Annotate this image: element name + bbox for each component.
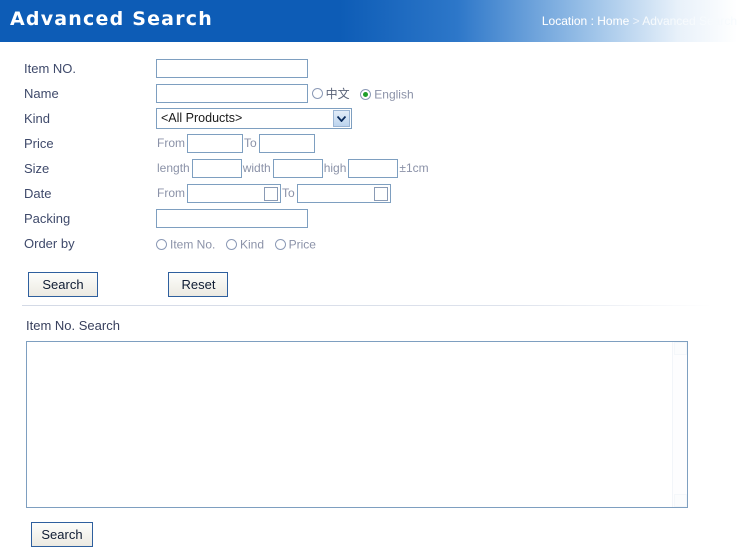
name-input[interactable] — [156, 84, 308, 103]
kind-select[interactable]: <All Products> — [156, 108, 352, 129]
row-packing: Packing — [24, 206, 431, 231]
item-no-search-button[interactable]: Search — [31, 522, 93, 547]
search-fields-table: Item NO. Name 中文 English Kind <All Produ… — [24, 56, 431, 256]
radio-dot-kind[interactable] — [225, 239, 237, 251]
page-header: Advanced Search Location : Home > Advanc… — [0, 0, 737, 42]
row-date: Date From To — [24, 181, 431, 206]
radio-label-kind: Kind — [239, 237, 265, 252]
advanced-search-form: Item NO. Name 中文 English Kind <All Produ… — [0, 42, 737, 297]
label-size-tolerance: ±1cm — [399, 160, 429, 175]
radio-label-chinese: 中文 — [325, 87, 350, 102]
breadcrumb-current: Advanced Search — [642, 14, 737, 28]
order-by-radio-group: Item No. Kind Price — [156, 236, 323, 252]
row-size: Size length width high ±1cm — [24, 156, 431, 181]
date-to-field — [296, 184, 391, 203]
cell-order-by-radios: Item No. Kind Price — [156, 231, 431, 256]
section-divider — [22, 305, 712, 306]
breadcrumb-prefix: Location : — [541, 14, 598, 28]
kind-select-value: <All Products> — [161, 111, 243, 125]
label-kind: Kind — [24, 111, 51, 126]
cell-size-inputs: length width high ±1cm — [156, 156, 431, 181]
label-size: Size — [24, 161, 50, 176]
label-name: Name — [24, 86, 59, 101]
item-no-textarea-wrapper — [26, 341, 688, 508]
radio-option-english[interactable]: English — [360, 86, 414, 102]
row-item-no: Item NO. — [24, 56, 431, 81]
label-size-high: high — [323, 160, 347, 175]
row-kind: Kind <All Products> — [24, 106, 431, 131]
item-no-textarea[interactable] — [26, 341, 688, 508]
row-price: Price From To — [24, 131, 431, 156]
label-packing: Packing — [24, 211, 71, 226]
date-from-field — [187, 184, 281, 203]
cell-packing-input — [156, 206, 431, 231]
size-length-input[interactable] — [191, 159, 242, 178]
price-to-input[interactable] — [258, 134, 315, 153]
cell-date-inputs: From To — [156, 181, 431, 206]
search-button[interactable]: Search — [28, 272, 98, 297]
label-item-no: Item NO. — [24, 61, 77, 76]
item-no-search-label: Item No. Search — [26, 318, 120, 333]
radio-option-kind[interactable]: Kind — [225, 236, 265, 252]
label-size-width: width — [242, 160, 271, 175]
language-radio-group: 中文 English — [311, 85, 421, 102]
page-title: Advanced Search — [10, 8, 213, 30]
calendar-icon-to[interactable] — [373, 187, 388, 201]
price-from-input[interactable] — [187, 134, 243, 153]
cell-price-inputs: From To — [156, 131, 431, 156]
calendar-icon-from[interactable] — [264, 187, 278, 201]
radio-dot-item-no[interactable] — [156, 239, 167, 251]
size-high-input[interactable] — [348, 159, 399, 178]
radio-option-chinese[interactable]: 中文 — [311, 85, 350, 102]
cell-name-input: 中文 English — [156, 81, 431, 106]
radio-dot-english[interactable] — [360, 88, 372, 100]
chevron-down-icon[interactable] — [333, 110, 350, 127]
breadcrumb: Location : Home > Advanced Search — [542, 14, 737, 28]
row-order-by: Order by Item No. Kind Price — [24, 231, 431, 256]
breadcrumb-separator: > — [629, 14, 643, 28]
radio-option-item-no[interactable]: Item No. — [156, 236, 215, 252]
size-width-input[interactable] — [272, 159, 323, 178]
label-date: Date — [24, 186, 52, 201]
packing-input[interactable] — [156, 209, 308, 228]
radio-dot-chinese[interactable] — [311, 88, 323, 100]
label-price: Price — [24, 136, 54, 151]
breadcrumb-home-link[interactable]: Home — [597, 14, 629, 28]
radio-label-price: Price — [288, 237, 316, 252]
item-no-input[interactable] — [156, 59, 308, 78]
radio-label-english: English — [374, 87, 414, 102]
cell-kind-select: <All Products> — [156, 106, 431, 131]
label-order-by: Order by — [24, 236, 75, 251]
row-name: Name 中文 English — [24, 81, 431, 106]
radio-dot-price[interactable] — [274, 239, 286, 251]
radio-option-price[interactable]: Price — [274, 236, 316, 252]
reset-button[interactable]: Reset — [168, 272, 229, 297]
form-buttons: Search Reset — [28, 272, 737, 297]
item-no-search-section: Item No. Search Search — [0, 318, 737, 547]
label-date-to: To — [282, 185, 295, 200]
label-date-from: From — [157, 185, 185, 200]
label-price-to: To — [244, 135, 257, 150]
item-no-search-buttons: Search — [31, 522, 737, 547]
label-price-from: From — [157, 135, 185, 150]
radio-label-item-no: Item No. — [170, 237, 216, 252]
label-size-length: length — [157, 160, 190, 175]
cell-item-no-input — [156, 56, 431, 81]
